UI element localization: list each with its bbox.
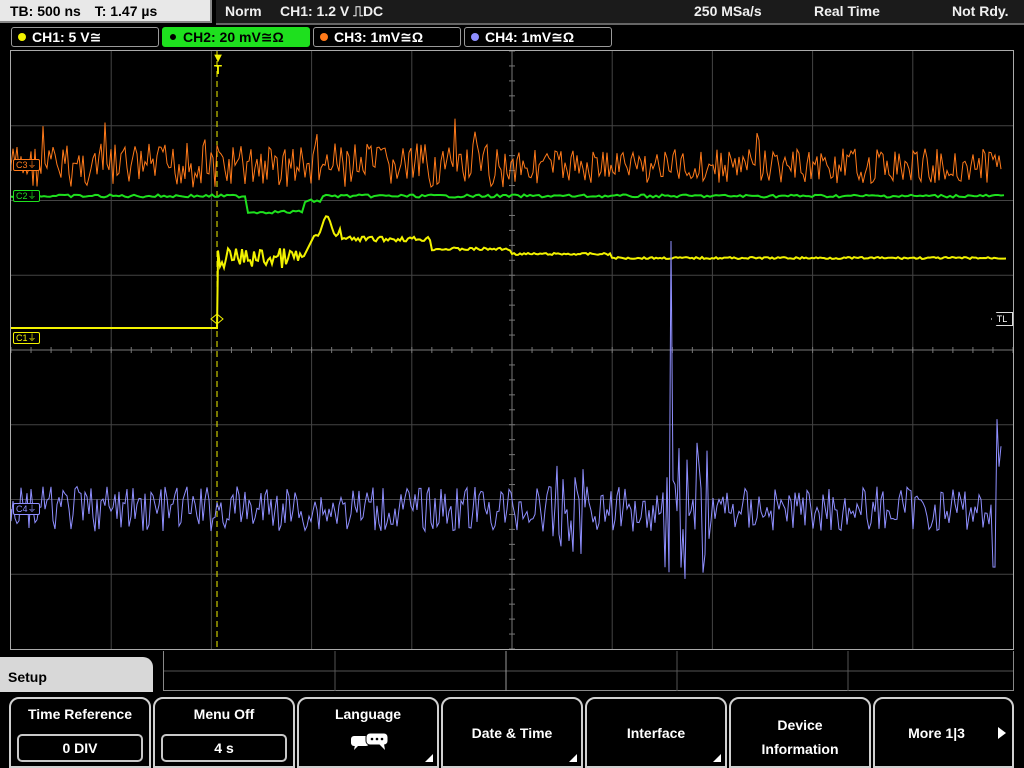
waveform-traces bbox=[11, 118, 1007, 579]
trigger-position-marker[interactable]: ▼ T bbox=[211, 51, 225, 76]
acquisition-mode: Real Time bbox=[814, 3, 880, 19]
time-reference-value: 0 DIV bbox=[17, 734, 143, 762]
more-softkey[interactable]: More 1|3 bbox=[873, 697, 1014, 768]
date-time-softkey[interactable]: Date & Time bbox=[441, 697, 583, 768]
channel-4-ground-marker[interactable]: C4⏚ bbox=[13, 503, 40, 515]
timebase-box[interactable]: TB: 500 ns T: 1.47 µs bbox=[0, 0, 212, 23]
channel-2-button[interactable]: CH2: 20 mV≅Ω bbox=[162, 27, 310, 47]
menu-off-softkey[interactable]: Menu Off 4 s bbox=[153, 697, 295, 768]
trace-path bbox=[11, 193, 1005, 215]
channel-1-button[interactable]: CH1: 5 V≅ bbox=[11, 27, 159, 47]
channel-3-label: CH3: 1mV≅Ω bbox=[334, 29, 424, 45]
channel-3-dot-icon bbox=[320, 33, 328, 41]
acquisition-info-bar: Norm CH1: 1.2 V ⎍DC 250 MSa/s Real Time … bbox=[216, 0, 1024, 25]
device-information-label: Device Information bbox=[731, 713, 869, 761]
channel-2-ground-marker[interactable]: C2⏚ bbox=[13, 190, 40, 202]
channel-2-label: CH2: 20 mV≅Ω bbox=[183, 29, 284, 45]
channel-1-dot-icon bbox=[18, 33, 26, 41]
device-information-softkey[interactable]: Device Information bbox=[729, 697, 871, 768]
language-label: Language bbox=[334, 706, 402, 722]
trigger-source[interactable]: CH1: 1.2 V ⎍DC bbox=[280, 0, 383, 23]
menu-off-label: Menu Off bbox=[193, 706, 255, 722]
channel-4-label: CH4: 1mV≅Ω bbox=[485, 29, 575, 45]
sample-rate: 250 MSa/s bbox=[694, 3, 762, 19]
speech-bubbles-icon bbox=[351, 733, 389, 750]
language-submenu-corner-icon bbox=[425, 754, 433, 762]
channel-4-button[interactable]: CH4: 1mV≅Ω bbox=[464, 27, 612, 47]
time-reference-softkey[interactable]: Time Reference 0 DIV bbox=[9, 697, 151, 768]
trigger-mode[interactable]: Norm bbox=[225, 0, 262, 23]
channel-1-label: CH1: 5 V≅ bbox=[32, 29, 102, 45]
horizontal-overview-strip bbox=[163, 651, 1014, 691]
channel-3-ground-marker[interactable]: C3⏚ bbox=[13, 159, 40, 171]
device-information-line-1: Device bbox=[777, 717, 823, 733]
interface-label: Interface bbox=[626, 725, 686, 741]
menu-title-tab: Setup bbox=[0, 657, 153, 693]
timebase-value: TB: 500 ns bbox=[10, 3, 81, 19]
channel-3-marker-text: C3 bbox=[16, 160, 28, 170]
date-time-label: Date & Time bbox=[471, 725, 553, 741]
interface-submenu-corner-icon bbox=[713, 754, 721, 762]
device-information-line-2: Information bbox=[761, 741, 839, 757]
trigger-time-value: T: 1.47 µs bbox=[94, 3, 158, 19]
language-softkey[interactable]: Language bbox=[297, 697, 439, 768]
channel-4-marker-text: C4 bbox=[16, 504, 28, 514]
channel-2-marker-text: C2 bbox=[16, 191, 28, 201]
channel-1-marker-text: C1 bbox=[16, 333, 28, 343]
channel-1-ground-marker[interactable]: C1⏚ bbox=[13, 332, 40, 344]
channel-2-dot-icon bbox=[169, 33, 177, 41]
channel-3-button[interactable]: CH3: 1mV≅Ω bbox=[313, 27, 461, 47]
more-arrow-icon bbox=[998, 727, 1006, 739]
trigger-status: Not Rdy. bbox=[952, 3, 1009, 19]
more-label: More 1|3 bbox=[908, 725, 965, 741]
status-bar: TB: 500 ns T: 1.47 µs Norm CH1: 1.2 V ⎍D… bbox=[0, 0, 1024, 26]
interface-softkey[interactable]: Interface bbox=[585, 697, 727, 768]
channel-4-dot-icon bbox=[471, 33, 479, 41]
trace-path bbox=[11, 240, 1002, 579]
menu-off-value: 4 s bbox=[161, 734, 287, 762]
overview-grid bbox=[164, 651, 1013, 691]
trace-path bbox=[11, 215, 1007, 329]
time-reference-label: Time Reference bbox=[27, 706, 132, 722]
waveform-display[interactable]: C3⏚ C2⏚ C1⏚ C4⏚ bbox=[10, 50, 1014, 650]
trace-path bbox=[11, 118, 1002, 188]
date-time-submenu-corner-icon bbox=[569, 754, 577, 762]
